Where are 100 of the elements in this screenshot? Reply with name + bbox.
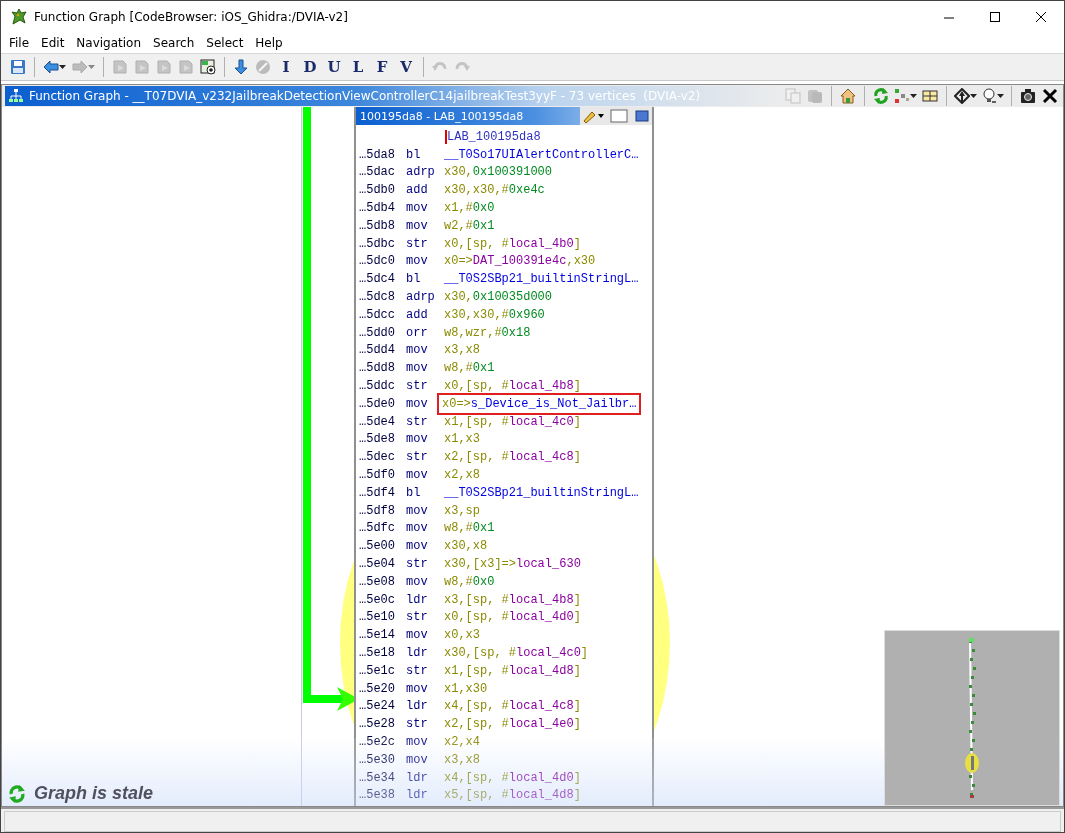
operands: w8,#0x0 xyxy=(443,574,496,589)
address: …5ddc xyxy=(358,379,396,394)
snapshot-button[interactable] xyxy=(198,56,218,78)
toolbar-button[interactable]: L xyxy=(347,56,369,78)
operands: x30,[sp, #local_4c0] xyxy=(443,646,590,660)
menu-item[interactable]: Search xyxy=(147,36,201,50)
document-icon xyxy=(178,59,194,75)
mnemonic: mov xyxy=(406,628,429,643)
copy-icon xyxy=(785,88,801,104)
mnemonic: mov xyxy=(406,752,429,767)
menu-item[interactable]: Navigation xyxy=(70,36,148,50)
address: …5e2c xyxy=(358,735,396,749)
operands: w8,wzr,#0x18 xyxy=(443,325,532,340)
address: …5df8 xyxy=(358,503,396,518)
address: …5db4 xyxy=(358,201,396,216)
code-label[interactable]: LAB_100195da8 xyxy=(445,129,541,144)
address: …5e38 xyxy=(358,788,396,803)
operands: x3,x8 xyxy=(443,752,481,767)
operands: x4,[sp, #local_4d0] xyxy=(443,770,582,785)
back-arrow-icon xyxy=(43,59,59,75)
mnemonic: str xyxy=(406,610,429,625)
address: …5dcc xyxy=(358,307,396,322)
address: …5e34 xyxy=(358,770,396,785)
window-title: Function Graph [CodeBrowser: iOS_Ghidra:/DVIA-v2] xyxy=(34,10,349,24)
mnemonic: orr xyxy=(406,325,429,340)
operands: __T0S2SBp21_builtinStringL… xyxy=(443,272,640,287)
mnemonic: str xyxy=(406,450,429,465)
menu-item[interactable]: File xyxy=(3,36,36,50)
address: …5df0 xyxy=(358,468,396,483)
mnemonic: mov xyxy=(406,432,429,447)
operands: x5,[sp, #local_4d8] xyxy=(443,788,582,803)
mnemonic: mov xyxy=(406,503,429,518)
mnemonic: mov xyxy=(406,361,429,376)
mnemonic: ldr xyxy=(406,788,429,803)
refresh-icon xyxy=(873,88,889,104)
document-icon xyxy=(134,59,150,75)
layout-icon xyxy=(894,88,910,104)
operands: x3,sp xyxy=(443,503,481,518)
menu-item[interactable]: Help xyxy=(249,36,289,50)
operands: x30,[x3]=>local_630 xyxy=(443,557,582,571)
address: …5dac xyxy=(358,165,396,180)
refresh-button[interactable] xyxy=(871,85,891,107)
operands: x0,[sp, #local_4b8] xyxy=(443,379,582,394)
mnemonic: str xyxy=(406,717,429,732)
address: …5e08 xyxy=(358,574,396,589)
address: …5e28 xyxy=(358,717,396,732)
address: …5e04 xyxy=(358,557,396,571)
address: …5dd4 xyxy=(358,343,396,358)
operands: x1,x3 xyxy=(443,432,481,447)
mnemonic: bl xyxy=(406,272,422,287)
mnemonic: str xyxy=(406,557,429,571)
toolbar-button[interactable]: U xyxy=(323,56,345,78)
address: …5e18 xyxy=(358,646,396,660)
mnemonic: mov xyxy=(406,218,429,233)
operands: x3,[sp, #local_4b8] xyxy=(443,592,582,607)
address: …5df4 xyxy=(358,485,396,500)
toolbar-button[interactable]: F xyxy=(371,56,393,78)
operands: x30,x30,#0xe4c xyxy=(443,183,546,198)
mnemonic: mov xyxy=(406,201,429,216)
address: …5e20 xyxy=(358,681,396,696)
window-icon xyxy=(610,109,628,123)
operands: x0=>s_Device_is_Not_Jailbr… xyxy=(439,394,640,413)
menu-item[interactable]: Select xyxy=(200,36,250,50)
close-icon xyxy=(1042,88,1058,104)
toolbar-button[interactable]: V xyxy=(395,56,417,78)
operands: x2,[sp, #local_4e0] xyxy=(443,717,582,732)
address: …5e30 xyxy=(358,752,396,767)
operands: x1,[sp, #local_4d8] xyxy=(443,663,582,678)
operands: x4,[sp, #local_4c8] xyxy=(443,699,582,714)
address: …5db8 xyxy=(358,218,396,233)
square-icon xyxy=(634,109,650,123)
address: …5dc0 xyxy=(358,254,396,269)
menu-item[interactable]: Edit xyxy=(35,36,71,50)
down-arrow-icon xyxy=(233,59,249,75)
mnemonic: ldr xyxy=(406,770,429,785)
lightbulb-icon xyxy=(981,88,997,104)
address: …5e0c xyxy=(358,592,396,607)
address: …5dc8 xyxy=(358,290,396,305)
mnemonic: bl xyxy=(406,485,422,500)
operands: x2,x4 xyxy=(443,735,481,749)
mnemonic: ldr xyxy=(406,699,429,714)
address: …5de0 xyxy=(358,396,396,411)
maximize-icon xyxy=(990,12,1000,22)
mnemonic: str xyxy=(406,414,429,429)
save-icon xyxy=(10,59,26,75)
operands: w8,#0x1 xyxy=(443,361,496,376)
toolbar-button[interactable]: D xyxy=(299,56,321,78)
operands: x1,[sp, #local_4c0] xyxy=(443,414,582,429)
dragon-icon xyxy=(10,8,28,26)
mnemonic: mov xyxy=(406,521,429,536)
operands: x2,[sp, #local_4c8] xyxy=(443,450,582,465)
operands: x0,x3 xyxy=(443,628,481,643)
address: …5e1c xyxy=(358,663,396,678)
operands: x30,0x10035d000 xyxy=(443,290,554,305)
mnemonic: mov xyxy=(406,735,429,749)
mnemonic: mov xyxy=(406,343,429,358)
navigation-button[interactable] xyxy=(953,85,978,107)
pencil-icon xyxy=(582,109,604,123)
address: …5e14 xyxy=(358,628,396,643)
toolbar-button[interactable]: I xyxy=(275,56,297,78)
